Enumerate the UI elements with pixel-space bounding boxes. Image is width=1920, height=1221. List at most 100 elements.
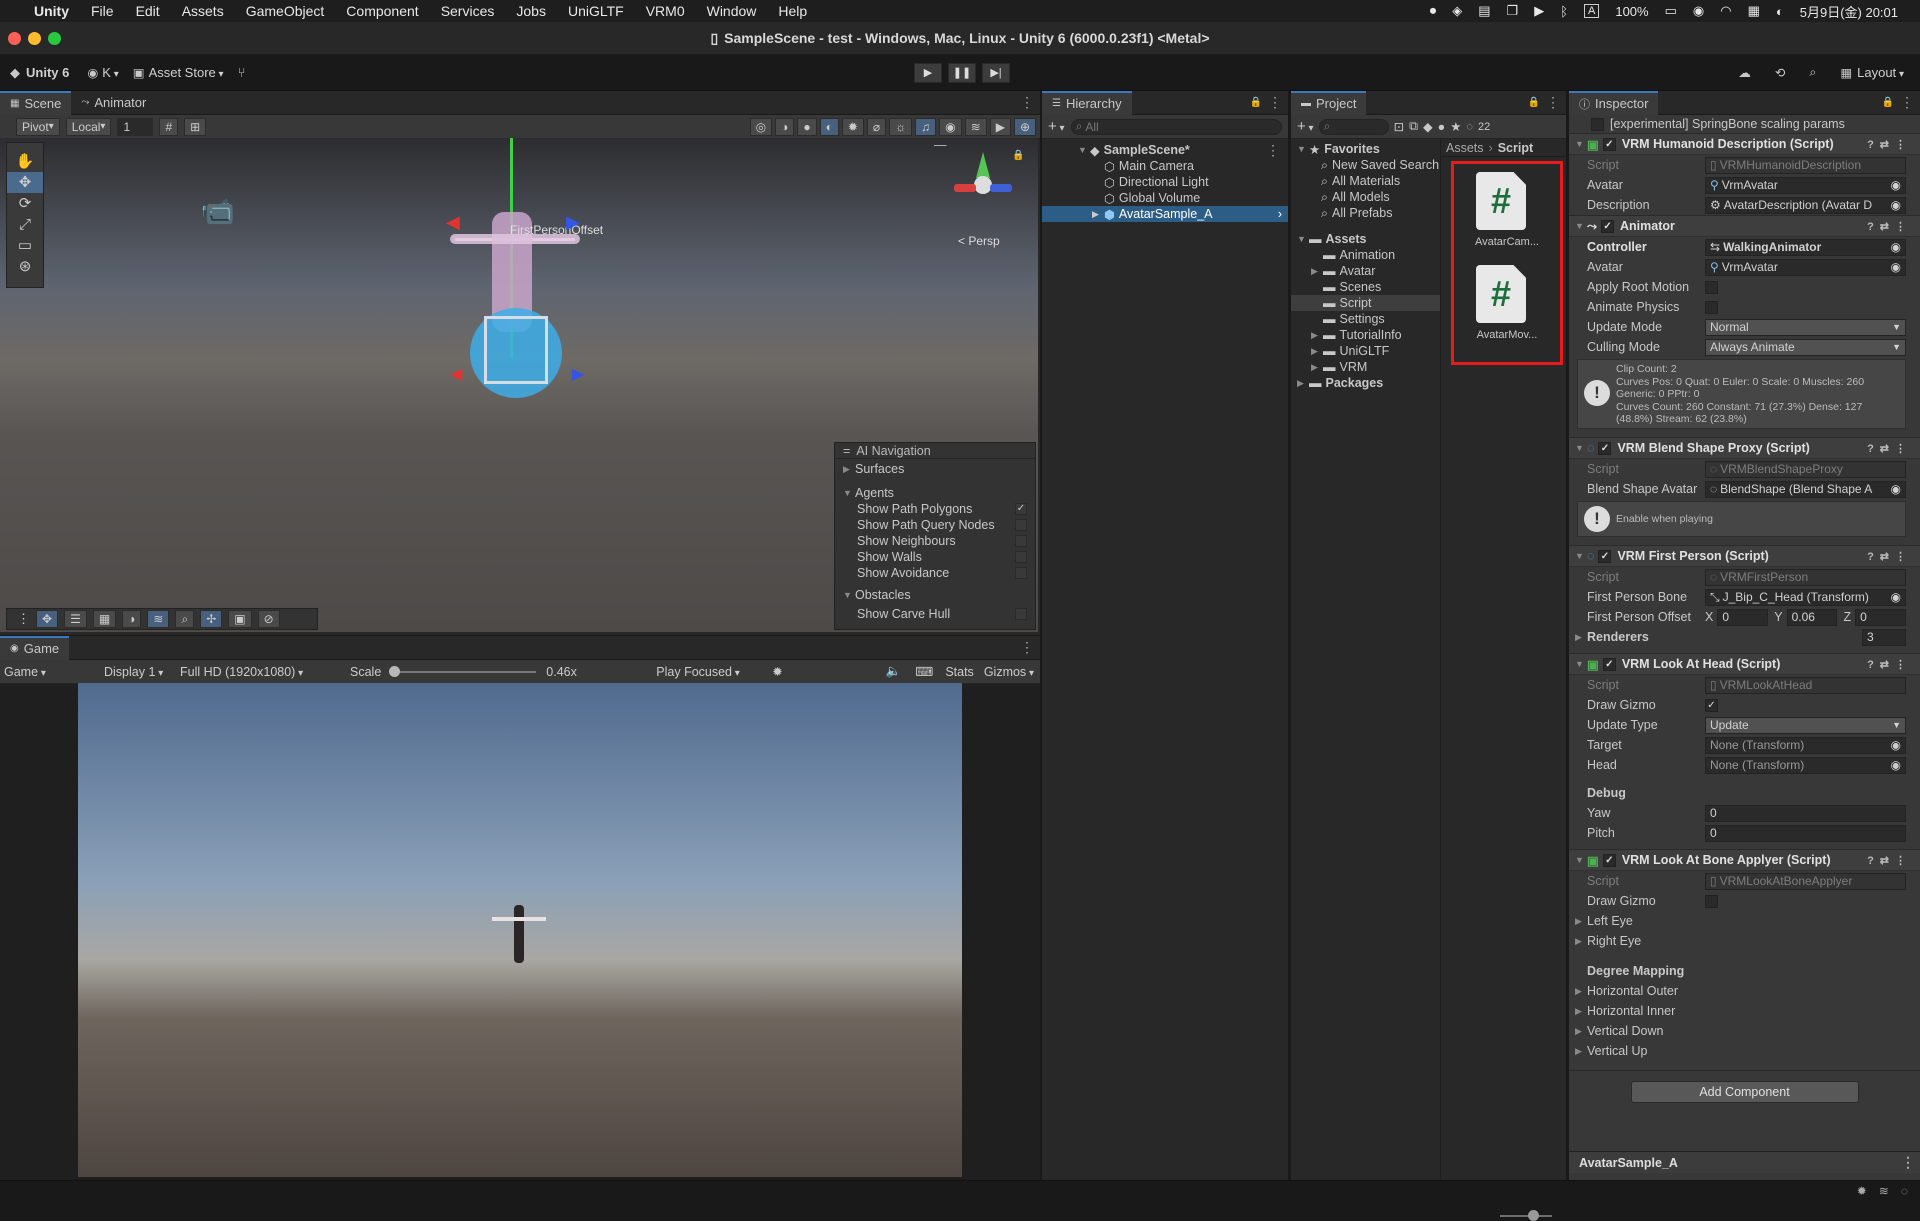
- account-dropdown[interactable]: K: [102, 65, 118, 80]
- folder-item[interactable]: ▶ ▬ Avatar: [1291, 263, 1440, 279]
- menu-services[interactable]: Services: [441, 3, 495, 19]
- inspector-lock-icon[interactable]: 🔒: [1882, 97, 1894, 108]
- lock-icon[interactable]: 🔒: [1012, 150, 1024, 161]
- stats-button[interactable]: Stats: [945, 665, 974, 679]
- component-header-animator[interactable]: ▼ ⤳ ✓ Animator ?⇄⋮: [1569, 215, 1920, 237]
- z-arrow-blue-icon[interactable]: ▶: [572, 364, 584, 384]
- folder-item[interactable]: ▬ Scenes: [1291, 279, 1440, 295]
- component-actions-icon[interactable]: ?⇄⋮: [1867, 854, 1912, 867]
- rotate-tool-icon[interactable]: ⟳: [7, 193, 43, 214]
- layers-overlay-icon[interactable]: ≋: [147, 610, 170, 628]
- menu-app[interactable]: Unity: [34, 3, 69, 19]
- packages-foldout[interactable]: ▶ ▬ Packages: [1291, 375, 1440, 391]
- component-header-firstperson[interactable]: ▼ ◌ ✓ VRM First Person (Script) ?⇄⋮: [1569, 545, 1920, 567]
- bluetooth-icon[interactable]: ᛒ: [1560, 4, 1568, 19]
- object-picker-icon[interactable]: ◉: [1891, 260, 1901, 274]
- breadcrumb-script[interactable]: Script: [1498, 141, 1533, 155]
- flag-icon[interactable]: ▦: [1748, 3, 1760, 19]
- search-by-type-icon[interactable]: ⊡: [1394, 119, 1404, 134]
- favorite-star-icon[interactable]: ★: [1450, 119, 1461, 134]
- animate-physics-checkbox[interactable]: [1705, 300, 1718, 314]
- folder-item-selected[interactable]: ▬ Script: [1291, 295, 1440, 311]
- menu-unigltf[interactable]: UniGLTF: [568, 3, 624, 19]
- filter-warn-icon[interactable]: ●: [1438, 120, 1446, 134]
- asset-store-icon[interactable]: ▣: [133, 65, 145, 80]
- step-button[interactable]: ▶|: [982, 62, 1010, 83]
- persp-label[interactable]: < Persp: [958, 234, 1000, 248]
- renderers-foldout[interactable]: ▶ Renderers 3: [1569, 627, 1920, 647]
- cloud-icon[interactable]: ☁: [1738, 65, 1751, 80]
- menu-window[interactable]: Window: [707, 3, 757, 19]
- project-menu-icon[interactable]: ⋮: [1546, 94, 1560, 111]
- menu-file[interactable]: File: [91, 3, 114, 19]
- object-picker-icon[interactable]: ◉: [1890, 198, 1901, 212]
- object-picker-icon[interactable]: ◉: [1890, 482, 1901, 496]
- draw-mode-icon[interactable]: ◎: [749, 117, 773, 136]
- battery-icon[interactable]: ▭: [1665, 3, 1677, 19]
- hierarchy-lock-icon[interactable]: 🔒: [1250, 97, 1262, 108]
- asset-store-dropdown[interactable]: Asset Store: [149, 65, 224, 80]
- component-header-boneapplyer[interactable]: ▼ ▣ ✓ VRM Look At Bone Applyer (Script) ?⇄⋮: [1569, 849, 1920, 871]
- vertical-down-foldout[interactable]: ▶ Vertical Down: [1569, 1021, 1920, 1041]
- grid-toggle-icon[interactable]: #: [159, 117, 179, 136]
- horizontal-outer-foldout[interactable]: ▶ Horizontal Outer: [1569, 981, 1920, 1001]
- script-field[interactable]: ◌ VRMFirstPerson: [1705, 568, 1906, 586]
- game-mode-dropdown[interactable]: Game: [4, 665, 88, 679]
- script-field[interactable]: ◌ VRMBlendShapeProxy: [1705, 460, 1906, 478]
- menu-component[interactable]: Component: [346, 3, 418, 19]
- clipboard-icon[interactable]: ▤: [1478, 3, 1490, 19]
- inspector-menu-icon[interactable]: ⋮: [1900, 94, 1914, 111]
- surfaces-foldout[interactable]: ▶ Surfaces: [835, 461, 1035, 477]
- 2d-toggle-icon[interactable]: ⌀: [866, 117, 887, 136]
- history-icon[interactable]: ⟲: [1775, 65, 1785, 80]
- script-field[interactable]: ▯ VRMLookAtBoneApplyer: [1705, 872, 1906, 890]
- folder-item[interactable]: ▬ Settings: [1291, 311, 1440, 327]
- yaw-field[interactable]: 0: [1705, 804, 1906, 822]
- tab-inspector[interactable]: ⓘ Inspector: [1569, 91, 1659, 115]
- component-header-humanoid[interactable]: ▼ ▣ ✓ VRM Humanoid Description (Script) ?⇄⋮: [1569, 133, 1920, 155]
- left-eye-foldout[interactable]: ▶ Left Eye: [1569, 911, 1920, 931]
- shaded-icon[interactable]: ●: [797, 117, 817, 136]
- object-picker-icon[interactable]: ◉: [1891, 738, 1901, 752]
- close-window-button[interactable]: [8, 32, 21, 45]
- hierarchy-menu-icon[interactable]: ⋮: [1268, 94, 1282, 111]
- scene-menu-icon[interactable]: ⋮: [1020, 94, 1034, 111]
- hand-tool-icon[interactable]: ✋: [7, 151, 43, 172]
- component-actions-icon[interactable]: ?⇄⋮: [1867, 550, 1912, 563]
- script-field[interactable]: ▯ VRMHumanoidDescription: [1705, 156, 1906, 174]
- camera-gizmo-icon[interactable]: 📹: [200, 194, 235, 227]
- component-actions-icon[interactable]: ?⇄⋮: [1867, 658, 1912, 671]
- progress-stack-icon[interactable]: ≋: [1879, 1184, 1889, 1198]
- grid-overlay-icon[interactable]: ▦: [92, 610, 117, 628]
- favorite-item[interactable]: ⌕ All Prefabs: [1291, 205, 1440, 221]
- scene-row[interactable]: ▼ ◆ SampleScene* ⋮: [1042, 142, 1288, 158]
- minimize-window-button[interactable]: [28, 32, 41, 45]
- first-person-bone-field[interactable]: ⤡ J_Bip_C_Head (Transform) ◉: [1705, 588, 1906, 606]
- audio-toggle-icon[interactable]: ♫: [915, 117, 937, 136]
- menu-gameobject[interactable]: GameObject: [246, 3, 325, 19]
- control-center-icon[interactable]: ◐: [1776, 4, 1784, 19]
- mute-audio-icon[interactable]: 🔈: [886, 664, 902, 679]
- object-picker-icon[interactable]: ◉: [1891, 178, 1901, 192]
- target-field[interactable]: None (Transform) ◉: [1705, 736, 1906, 754]
- open-prefab-chevron-icon[interactable]: ›: [1278, 207, 1282, 221]
- gizmos-dropdown[interactable]: Gizmos: [984, 665, 1034, 679]
- avatar-field[interactable]: ⚲ VrmAvatar ◉: [1705, 176, 1906, 194]
- script-field[interactable]: ▯ VRMLookAtHead: [1705, 676, 1906, 694]
- tab-hierarchy[interactable]: ☰ Hierarchy: [1042, 90, 1132, 115]
- visibility-icon[interactable]: ◉: [939, 117, 962, 136]
- pitch-field[interactable]: 0: [1705, 824, 1906, 842]
- shading-overlay-icon[interactable]: ◑: [122, 610, 142, 628]
- grid-snap-value[interactable]: 1: [117, 117, 154, 136]
- clock[interactable]: 5月9日(金) 20:01: [1800, 2, 1898, 21]
- favorite-item[interactable]: ⌕ All Models: [1291, 189, 1440, 205]
- menu-vrm0[interactable]: VRM0: [646, 3, 685, 19]
- show-path-polygons-checkbox[interactable]: ✓: [1015, 503, 1027, 515]
- scene-row-menu-icon[interactable]: ⋮: [1266, 142, 1280, 159]
- agents-foldout[interactable]: ▼ Agents: [835, 485, 1035, 501]
- play-focused-dropdown[interactable]: Play Focused: [656, 665, 772, 679]
- hierarchy-item[interactable]: ⬡ Directional Light: [1042, 174, 1288, 190]
- sliders-icon[interactable]: ☰: [64, 610, 87, 628]
- local-dropdown[interactable]: Local: [65, 117, 112, 136]
- object-picker-icon[interactable]: ◉: [1890, 590, 1901, 604]
